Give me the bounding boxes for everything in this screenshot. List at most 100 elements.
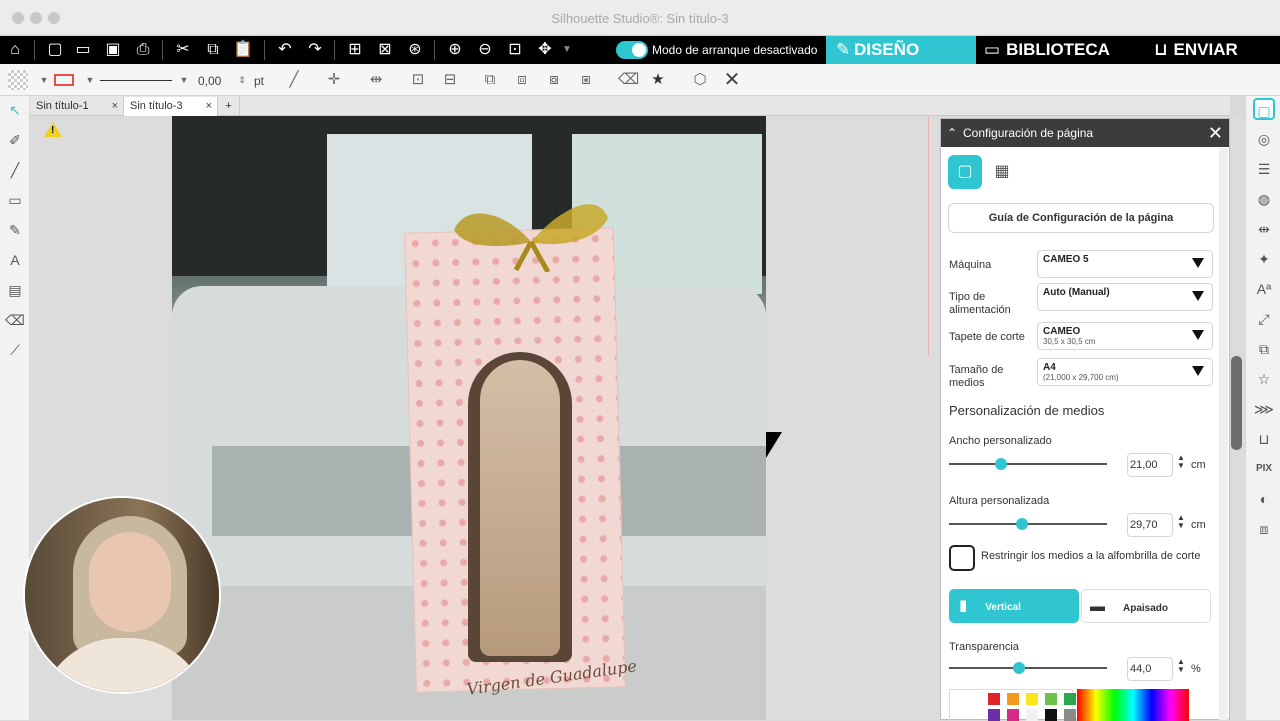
line-draw-icon[interactable]: ╱ (5, 160, 25, 180)
transform-icon[interactable]: ⊡ (408, 70, 428, 90)
mat-select[interactable]: CAMEO 30,5 x 30,5 cm (1037, 322, 1213, 350)
select-pointer-icon[interactable]: ↖ (5, 100, 25, 120)
height-stepper[interactable]: ▲ ▼ (1177, 514, 1185, 530)
close-tab-icon[interactable]: × (206, 100, 212, 112)
media-size-select[interactable]: A4 (21,000 x 29,700 cm) (1037, 358, 1213, 386)
pen-icon[interactable]: ✎ (5, 220, 25, 240)
subtract-icon[interactable]: ⧈ (512, 70, 532, 90)
portrait-button[interactable]: ▮ Vertical (949, 589, 1079, 623)
color-swatch[interactable] (1064, 709, 1076, 721)
ungroup-icon[interactable]: ⊠ (374, 39, 396, 61)
close-tab-icon[interactable]: × (112, 100, 118, 112)
transparency-slider-knob[interactable] (1012, 662, 1025, 674)
sketch-icon[interactable]: ⋙ (1253, 398, 1275, 420)
group-icon[interactable]: ⊞ (344, 39, 366, 61)
height-slider[interactable] (949, 523, 1107, 525)
crop-icon[interactable]: ⧆ (576, 70, 596, 90)
landscape-button[interactable]: ▬ Apaisado (1081, 589, 1211, 623)
cut-icon[interactable]: ✂ (172, 39, 194, 61)
width-stepper[interactable]: ▲ ▼ (1177, 454, 1185, 470)
chevron-down-icon[interactable]: ▼ (80, 70, 100, 90)
color-swatch[interactable] (1026, 709, 1038, 721)
close-icon[interactable]: ✕ (722, 70, 742, 90)
color-swatch[interactable] (988, 693, 1000, 705)
startup-mode-toggle[interactable] (616, 41, 648, 59)
home-icon[interactable]: ⌂ (4, 39, 26, 61)
line-color-swatch[interactable] (54, 74, 74, 86)
width-slider[interactable] (949, 463, 1107, 465)
fill-color-swatch[interactable] (8, 70, 28, 90)
save-icon[interactable]: ▣ (102, 39, 124, 61)
color-swatch[interactable] (988, 709, 1000, 721)
tab-page-setup[interactable]: ▢ (948, 155, 982, 189)
eraser-tool-icon[interactable]: ⌫ (5, 310, 25, 330)
tab-send[interactable]: ⊔ ENVIAR (1154, 36, 1238, 64)
effects-icon[interactable]: ✦ (1253, 248, 1275, 270)
pixscan-icon[interactable]: PIX (1253, 458, 1275, 480)
intersect-icon[interactable]: ⧇ (544, 70, 564, 90)
line-width-value[interactable]: 0,00 (198, 74, 221, 88)
machine-select[interactable]: CAMEO 5 (1037, 250, 1213, 278)
text-style-icon[interactable]: Aª (1253, 278, 1275, 300)
fill-panel-icon[interactable]: ◍ (1253, 188, 1275, 210)
3d-box-icon[interactable]: ⬡ (690, 70, 710, 90)
point-edit-icon[interactable]: ✐ (5, 130, 25, 150)
color-swatch[interactable] (1007, 709, 1019, 721)
open-folder-icon[interactable]: ▭ (72, 39, 94, 61)
tab-library[interactable]: ▭ BIBLIOTECA (984, 36, 1110, 64)
chevron-down-icon[interactable]: ▼ (556, 39, 578, 61)
zoom-out-icon[interactable]: ⊖ (474, 39, 496, 61)
undo-icon[interactable]: ↶ (274, 39, 296, 61)
new-doc-icon[interactable]: ▢ (44, 39, 66, 61)
panel-scrollbar-track[interactable] (1219, 148, 1228, 720)
chevron-down-icon[interactable]: ▼ (174, 70, 194, 90)
registration-marks-icon[interactable]: ◎ (1253, 128, 1275, 150)
color-swatch[interactable] (1045, 693, 1057, 705)
compound-icon[interactable]: ⊛ (404, 39, 426, 61)
pan-icon[interactable]: ✥ (534, 39, 556, 61)
knife-icon[interactable]: ⟋ (5, 340, 25, 360)
rectangle-icon[interactable]: ▭ (5, 190, 25, 210)
height-input[interactable]: 29,70 (1127, 513, 1173, 537)
scale-icon[interactable]: ⊟ (440, 70, 460, 90)
star-icon[interactable]: ★ (648, 70, 668, 90)
doc-tab-active[interactable]: Sin título-3 × (124, 97, 218, 116)
redo-icon[interactable]: ↷ (304, 39, 326, 61)
transparency-input[interactable]: 44,0 (1127, 657, 1173, 681)
notes-icon[interactable]: ▤ (5, 280, 25, 300)
modify-icon[interactable]: ⧉ (1253, 338, 1275, 360)
star-panel-icon[interactable]: ☆ (1253, 368, 1275, 390)
line-tool-icon[interactable]: ╱ (284, 70, 304, 90)
feed-select[interactable]: Auto (Manual) (1037, 283, 1213, 311)
transparency-slider[interactable] (949, 667, 1107, 669)
scale-panel-icon[interactable]: ⤢ (1253, 308, 1275, 330)
grid-lines-icon[interactable]: ☰ (1253, 158, 1275, 180)
move-icon[interactable]: ✛ (324, 70, 344, 90)
page-setup-guide-button[interactable]: Guía de Configuración de la página (948, 203, 1214, 233)
line-style-preview[interactable] (100, 80, 172, 81)
align-panel-icon[interactable]: ⇹ (1253, 218, 1275, 240)
chevron-down-icon[interactable]: ▼ (34, 70, 54, 90)
text-icon[interactable]: A (5, 250, 25, 270)
color-swatch[interactable] (1045, 709, 1057, 721)
tab-grid[interactable]: ▦ (985, 155, 1019, 189)
trace-icon[interactable]: ⧈ (1253, 518, 1275, 540)
width-slider-knob[interactable] (995, 458, 1008, 470)
stepper-icon[interactable]: ⇕ (232, 70, 252, 90)
tab-design[interactable]: ✎ DISEÑO (826, 36, 976, 64)
weld-icon[interactable]: ⧉ (480, 70, 500, 90)
collapse-chevron-icon[interactable]: ⌃ (947, 119, 957, 147)
eraser-icon[interactable]: ⌫ (618, 70, 639, 90)
page-setup-icon[interactable]: ▢ (1253, 98, 1275, 120)
color-swatch[interactable] (1007, 693, 1019, 705)
add-tab-button[interactable]: + (218, 97, 240, 116)
paste-icon[interactable]: 📋 (232, 39, 254, 61)
width-input[interactable]: 21,00 (1127, 453, 1173, 477)
color-swatch[interactable] (1064, 693, 1076, 705)
offset-icon[interactable]: ⊔ (1253, 428, 1275, 450)
height-slider-knob[interactable] (1015, 518, 1028, 530)
close-panel-icon[interactable]: ✕ (1208, 119, 1223, 147)
transparency-stepper[interactable]: ▲ ▼ (1177, 658, 1185, 674)
color-swatch[interactable] (1026, 693, 1038, 705)
contrast-icon[interactable]: ◐ (1253, 488, 1275, 510)
